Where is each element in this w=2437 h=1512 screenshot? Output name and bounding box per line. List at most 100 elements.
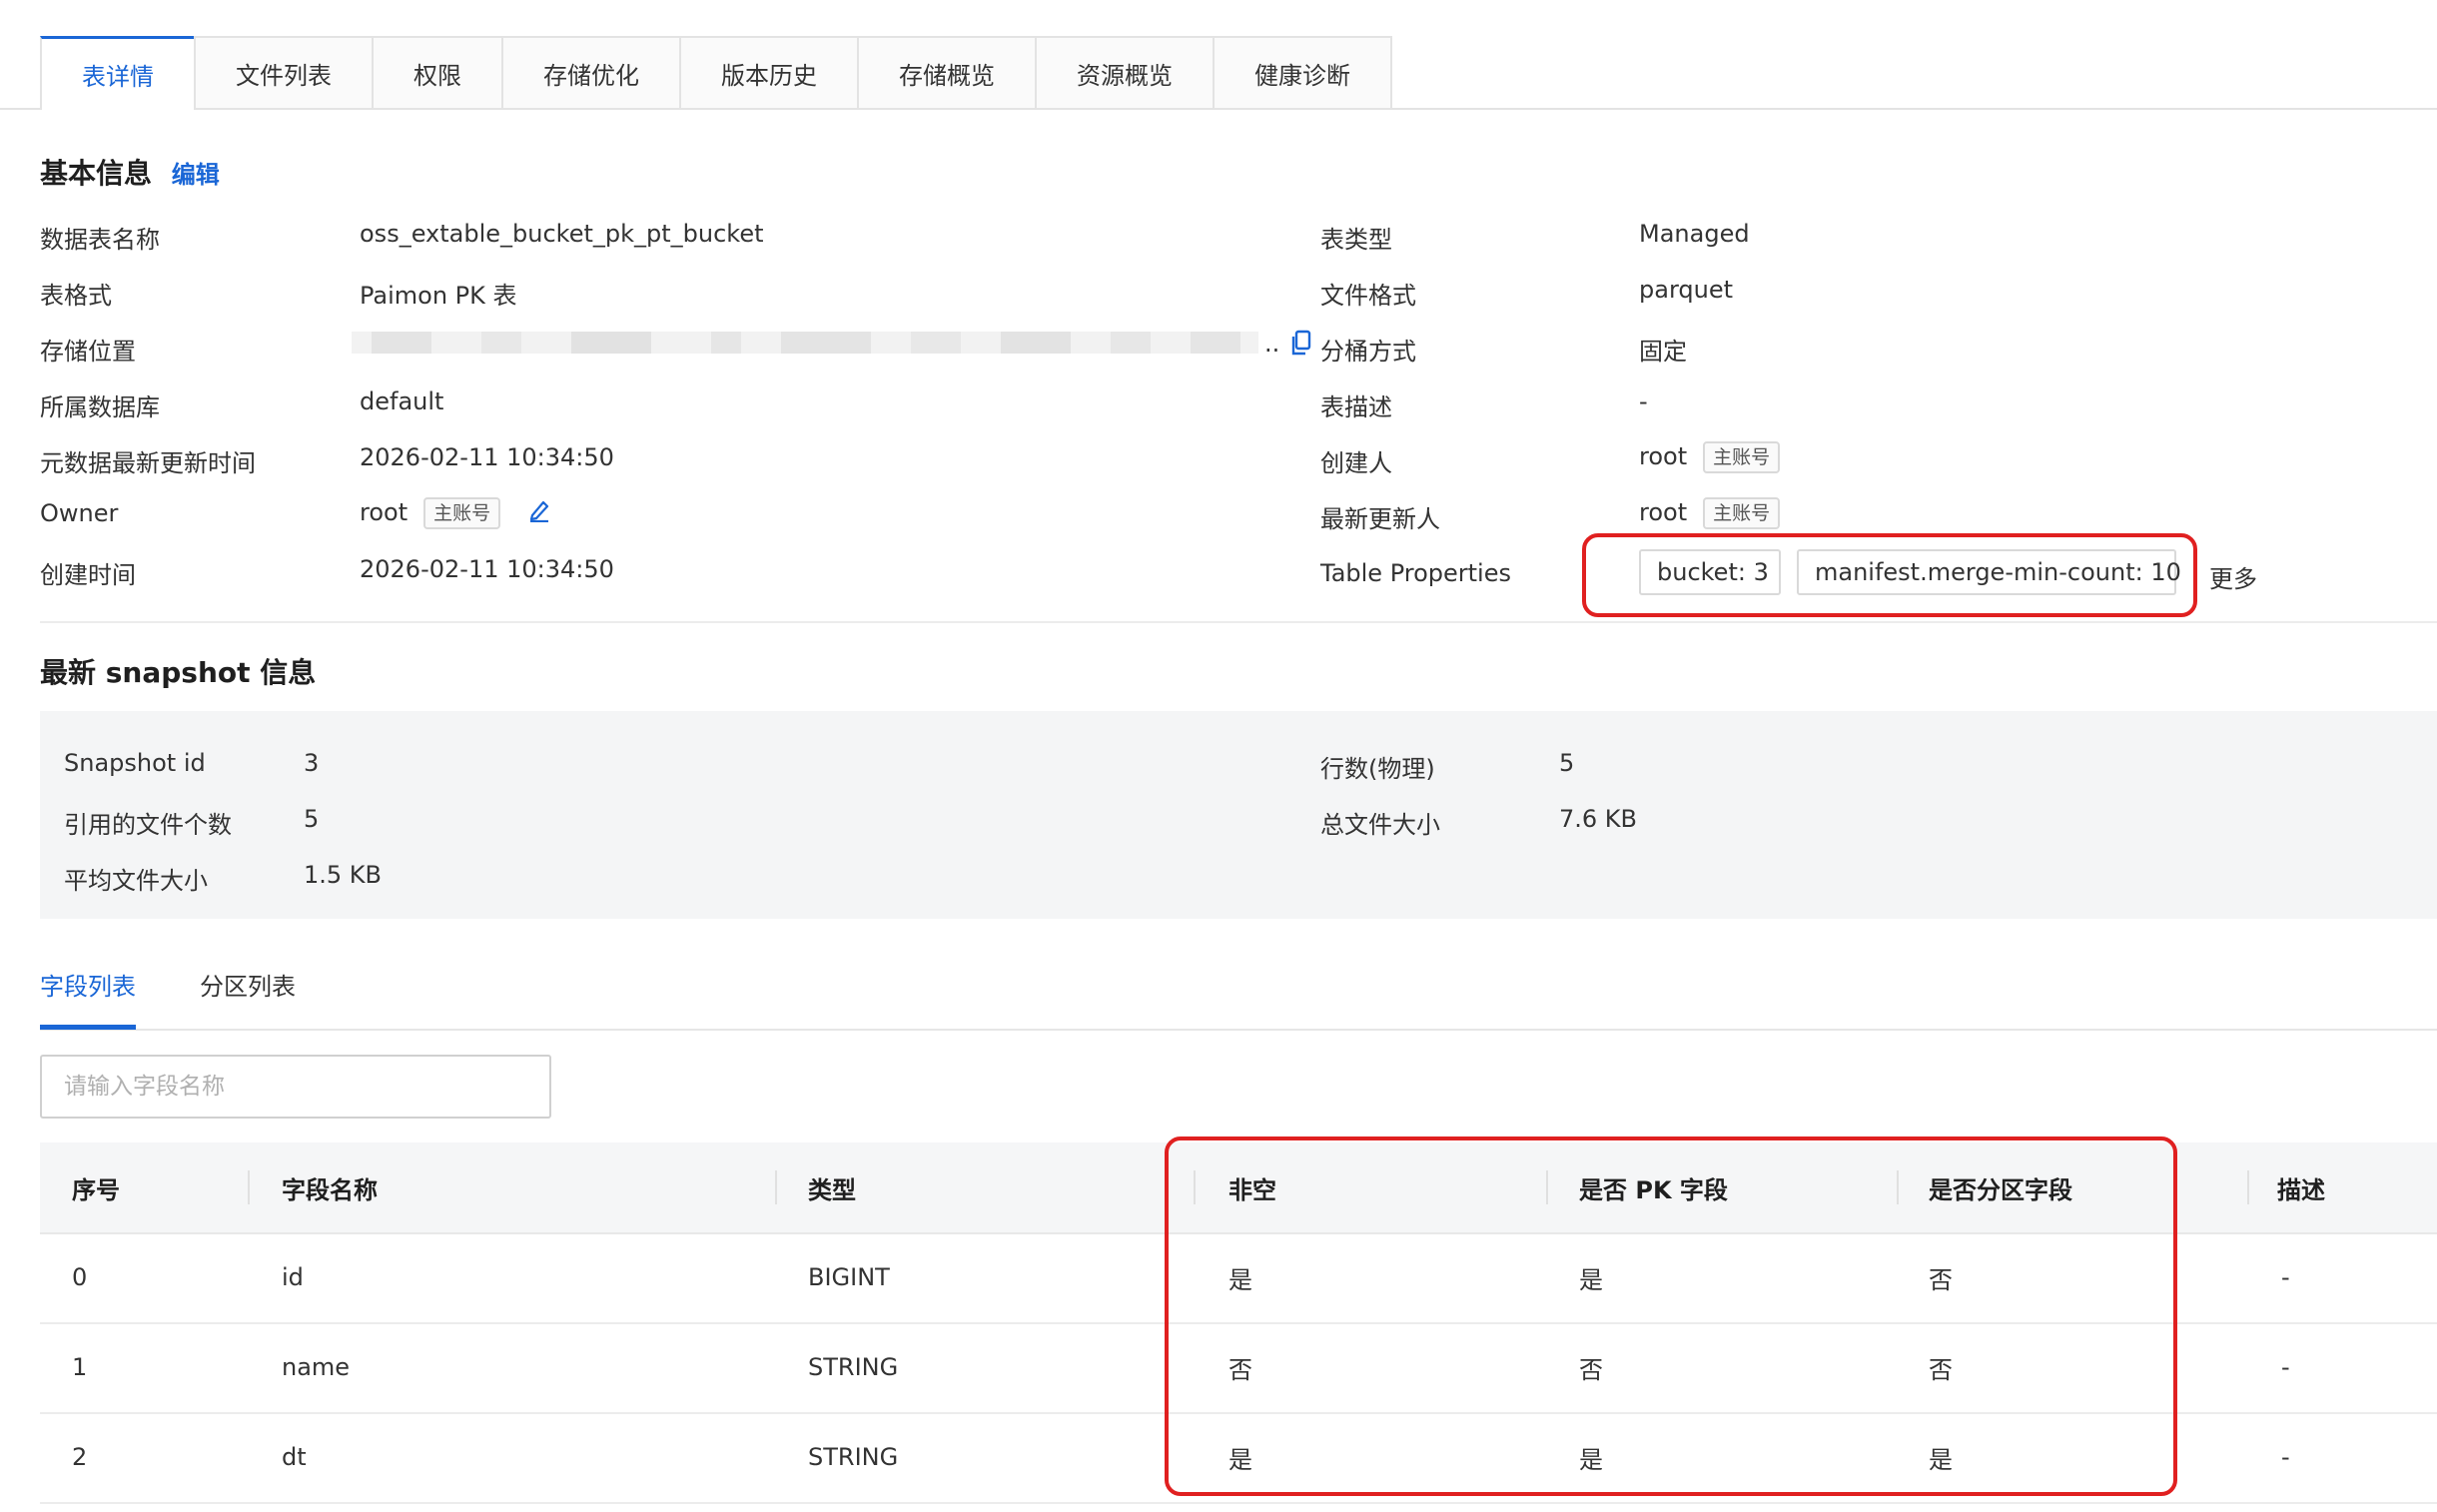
cell-is-partition: 否 xyxy=(1929,1265,1953,1294)
tab-storage-optimization[interactable]: 存储优化 xyxy=(501,36,681,108)
tab-storage-overview[interactable]: 存储概览 xyxy=(857,36,1037,108)
cell-type: STRING xyxy=(808,1443,899,1471)
label-avg-file-size: 平均文件大小 xyxy=(64,867,208,895)
label-table-type: 表类型 xyxy=(1320,226,1392,254)
subtab-active-indicator xyxy=(40,1025,136,1030)
label-create-time: 创建时间 xyxy=(40,561,136,589)
value-row-count: 5 xyxy=(1559,749,1575,777)
cell-description: - xyxy=(2281,1443,2290,1471)
value-creator: root 主账号 xyxy=(1639,441,1781,473)
value-create-time: 2026-02-11 10:34:50 xyxy=(360,555,614,583)
subtab-field-list[interactable]: 字段列表 xyxy=(40,967,136,1002)
header-is-pk: 是否 PK 字段 xyxy=(1579,1175,1728,1204)
cell-is-pk: 否 xyxy=(1579,1355,1603,1384)
header-description: 描述 xyxy=(2277,1175,2325,1204)
value-table-type: Managed xyxy=(1639,220,1750,248)
subtab-baseline xyxy=(40,1029,2437,1031)
label-total-file-size: 总文件大小 xyxy=(1320,811,1440,839)
field-search-input[interactable] xyxy=(40,1055,551,1119)
property-tag-manifest: manifest.merge-min-count: 10 xyxy=(1797,549,2181,595)
value-table-format: Paimon PK 表 xyxy=(360,282,517,310)
tab-health-diagnosis[interactable]: 健康诊断 xyxy=(1213,36,1392,108)
label-last-updater: 最新更新人 xyxy=(1320,505,1440,533)
cell-index: 1 xyxy=(72,1353,88,1381)
cell-index: 2 xyxy=(72,1443,88,1471)
snapshot-title: 最新 snapshot 信息 xyxy=(40,656,317,689)
header-not-null: 非空 xyxy=(1228,1175,1276,1204)
cell-type: BIGINT xyxy=(808,1263,890,1291)
value-bucket-mode: 固定 xyxy=(1639,338,1687,366)
header-separator xyxy=(775,1170,777,1204)
value-table-name: oss_extable_bucket_pk_pt_bucket xyxy=(360,220,764,248)
tab-version-history[interactable]: 版本历史 xyxy=(679,36,859,108)
value-database: default xyxy=(360,387,444,415)
value-file-count: 5 xyxy=(304,805,320,833)
value-total-file-size: 7.6 KB xyxy=(1559,805,1637,833)
label-database: 所属数据库 xyxy=(40,393,160,421)
tab-file-list[interactable]: 文件列表 xyxy=(194,36,374,108)
label-metadata-updated: 元数据最新更新时间 xyxy=(40,449,256,477)
fields-table-header: 序号 字段名称 类型 非空 是否 PK 字段 是否分区字段 描述 xyxy=(40,1142,2437,1234)
header-separator xyxy=(2247,1170,2249,1204)
cell-is-partition: 否 xyxy=(1929,1355,1953,1384)
header-type: 类型 xyxy=(808,1175,856,1204)
value-avg-file-size: 1.5 KB xyxy=(304,861,382,889)
cell-description: - xyxy=(2281,1263,2290,1291)
cell-is-pk: 是 xyxy=(1579,1265,1603,1294)
basic-info-title: 基本信息 编辑 xyxy=(40,152,220,192)
cell-index: 0 xyxy=(72,1263,88,1291)
label-table-description: 表描述 xyxy=(1320,393,1392,421)
detail-tab-bar: 表详情 文件列表 权限 存储优化 版本历史 存储概览 资源概览 健康诊断 xyxy=(0,36,2437,110)
cell-field-name: name xyxy=(282,1353,351,1381)
header-separator xyxy=(1194,1170,1196,1204)
table-row: 2 dt STRING 是 是 是 - xyxy=(40,1412,2437,1504)
snapshot-info-panel xyxy=(40,711,2437,919)
header-separator xyxy=(1897,1170,1899,1204)
cell-type: STRING xyxy=(808,1353,899,1381)
value-last-updater: root 主账号 xyxy=(1639,497,1781,529)
label-file-count: 引用的文件个数 xyxy=(64,811,232,839)
label-table-format: 表格式 xyxy=(40,282,112,310)
table-row: 1 name STRING 否 否 否 - xyxy=(40,1322,2437,1414)
tab-resource-overview[interactable]: 资源概览 xyxy=(1035,36,1215,108)
copy-icon[interactable] xyxy=(1290,330,1312,358)
label-table-name: 数据表名称 xyxy=(40,226,160,254)
label-row-count: 行数(物理) xyxy=(1320,755,1435,783)
storage-location-redacted xyxy=(352,332,1258,354)
cell-not-null: 否 xyxy=(1228,1355,1252,1384)
creator-name: root xyxy=(1639,442,1688,470)
header-separator xyxy=(248,1170,250,1204)
owner-name: root xyxy=(360,498,408,526)
creator-account-badge: 主账号 xyxy=(1703,441,1781,473)
edit-link[interactable]: 编辑 xyxy=(172,161,220,189)
cell-is-pk: 是 xyxy=(1579,1445,1603,1474)
header-separator xyxy=(1546,1170,1548,1204)
storage-location-ellipsis: .. xyxy=(1264,330,1280,358)
edit-pencil-icon[interactable] xyxy=(528,498,550,528)
label-bucket-mode: 分桶方式 xyxy=(1320,338,1416,366)
value-snapshot-id: 3 xyxy=(304,749,320,777)
last-updater-name: root xyxy=(1639,498,1688,526)
cell-is-partition: 是 xyxy=(1929,1445,1953,1474)
cell-description: - xyxy=(2281,1353,2290,1381)
label-table-properties: Table Properties xyxy=(1320,559,1511,587)
table-row: 0 id BIGINT 是 是 否 - xyxy=(40,1232,2437,1324)
basic-info-title-text: 基本信息 xyxy=(40,157,153,190)
value-file-format: parquet xyxy=(1639,276,1734,304)
cell-field-name: id xyxy=(282,1263,304,1291)
subtab-partition-list[interactable]: 分区列表 xyxy=(200,967,296,1002)
cell-not-null: 是 xyxy=(1228,1265,1252,1294)
last-updater-account-badge: 主账号 xyxy=(1703,497,1781,529)
value-metadata-updated: 2026-02-11 10:34:50 xyxy=(360,443,614,471)
more-properties-link[interactable]: 更多 xyxy=(2209,559,2257,594)
tab-permissions[interactable]: 权限 xyxy=(372,36,503,108)
header-is-partition: 是否分区字段 xyxy=(1929,1175,2072,1204)
label-storage-location: 存储位置 xyxy=(40,338,136,366)
label-owner: Owner xyxy=(40,499,119,527)
header-field-name: 字段名称 xyxy=(282,1175,378,1204)
tab-table-details[interactable]: 表详情 xyxy=(40,36,196,110)
label-file-format: 文件格式 xyxy=(1320,282,1416,310)
cell-not-null: 是 xyxy=(1228,1445,1252,1474)
property-tag-bucket: bucket: 3 xyxy=(1639,549,1781,595)
cell-field-name: dt xyxy=(282,1443,307,1471)
